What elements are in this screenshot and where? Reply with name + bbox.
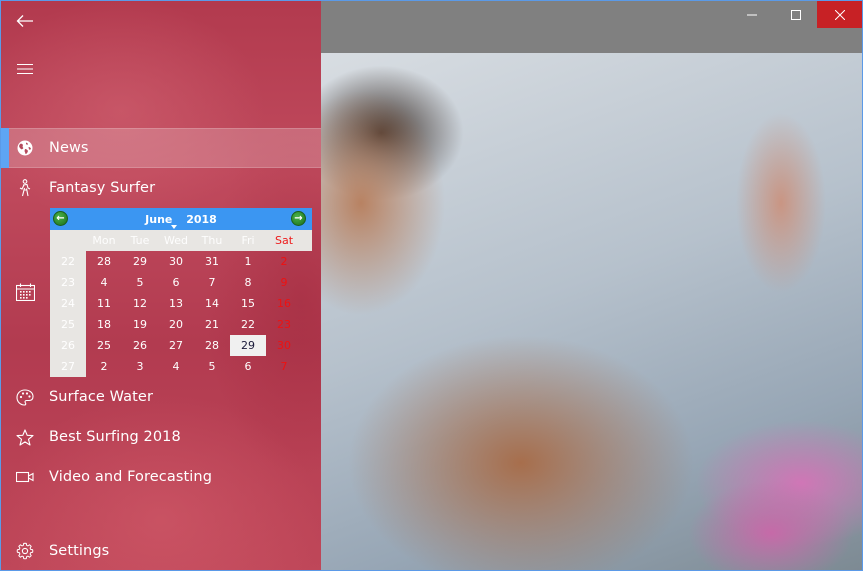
- calendar-day[interactable]: 9: [266, 272, 302, 293]
- calendar-week-number: 22: [61, 255, 75, 268]
- maximize-icon: [791, 9, 801, 20]
- video-icon: [1, 471, 49, 483]
- calendar-day[interactable]: 23: [266, 314, 302, 335]
- calendar-dow-label: Thu: [201, 234, 223, 247]
- next-month-button[interactable]: →: [291, 211, 306, 226]
- nav-item-label: Video and Forecasting: [49, 469, 213, 485]
- calendar-day[interactable]: 6: [158, 272, 194, 293]
- calendar-day[interactable]: 14: [194, 293, 230, 314]
- nav-item-surface-water[interactable]: Surface Water: [1, 377, 321, 417]
- nav-item-news[interactable]: News: [1, 128, 321, 168]
- hiker-icon: [1, 179, 49, 197]
- prev-month-icon: ←: [56, 213, 65, 224]
- calendar-day[interactable]: 30: [266, 335, 302, 356]
- calendar-day[interactable]: 26: [122, 335, 158, 356]
- calendar-day[interactable]: 3: [122, 356, 158, 377]
- calendar-dow-label: Sat: [274, 234, 294, 247]
- nav-item-best-surfing[interactable]: Best Surfing 2018: [1, 417, 321, 457]
- nav-item-label: Best Surfing 2018: [49, 429, 181, 445]
- calendar-day[interactable]: 12: [122, 293, 158, 314]
- calendar-day[interactable]: 2: [86, 356, 122, 377]
- calendar-day[interactable]: 27: [158, 335, 194, 356]
- calendar-dow-label: Tue: [130, 234, 150, 247]
- calendar-day[interactable]: 4: [158, 356, 194, 377]
- nav-item-label: News: [49, 140, 89, 156]
- minimize-icon: [747, 14, 757, 15]
- calendar-week-number: 25: [61, 318, 75, 331]
- calendar-day-selected[interactable]: 29: [230, 335, 266, 356]
- calendar-widget: ← June 2018 → MonTueWedThuFriSatS2228293…: [50, 208, 312, 377]
- maximize-button[interactable]: [774, 1, 818, 28]
- calendar-day[interactable]: 8: [230, 272, 266, 293]
- calendar-week-number: 27: [61, 360, 75, 373]
- calendar-day[interactable]: 20: [158, 314, 194, 335]
- gear-icon: [1, 542, 49, 560]
- calendar-day[interactable]: 25: [86, 335, 122, 356]
- app-window: News Fantasy Surfer ← June 2018 → Mon Tu…: [0, 0, 863, 571]
- navigation-pane: News Fantasy Surfer ← June 2018 → Mon Tu…: [1, 1, 321, 570]
- calendar-day[interactable]: 15: [230, 293, 266, 314]
- hamburger-menu-button[interactable]: [1, 49, 49, 89]
- selection-indicator: [1, 128, 9, 168]
- calendar-day[interactable]: 31: [194, 251, 230, 272]
- calendar-icon: [15, 283, 35, 301]
- calendar-day[interactable]: 22: [230, 314, 266, 335]
- calendar-week-number: 23: [61, 276, 75, 289]
- calendar-day[interactable]: 7: [266, 356, 302, 377]
- back-arrow-icon: [16, 15, 33, 27]
- calendar-day[interactable]: 19: [122, 314, 158, 335]
- nav-item-calendar[interactable]: [1, 272, 49, 312]
- nav-item-settings[interactable]: Settings: [1, 531, 321, 570]
- calendar-day[interactable]: 30: [158, 251, 194, 272]
- calendar-dow-label: S: [302, 230, 312, 251]
- calendar-day[interactable]: 28: [86, 251, 122, 272]
- close-button[interactable]: [817, 1, 862, 28]
- calendar-day[interactable]: 16: [266, 293, 302, 314]
- calendar-day[interactable]: 7: [194, 272, 230, 293]
- nav-item-fantasy-surfer[interactable]: Fantasy Surfer: [1, 168, 321, 208]
- nav-item-label: Fantasy Surfer: [49, 180, 156, 196]
- title-bar[interactable]: [321, 1, 862, 53]
- calendar-title[interactable]: June 2018: [145, 213, 217, 226]
- back-button[interactable]: [1, 1, 49, 41]
- calendar-day[interactable]: 13: [158, 293, 194, 314]
- hamburger-icon: [17, 63, 33, 75]
- calendar-day[interactable]: 18: [86, 314, 122, 335]
- calendar-day[interactable]: 29: [122, 251, 158, 272]
- calendar-week-number: 24: [61, 297, 75, 310]
- nav-item-label: Surface Water: [49, 389, 154, 405]
- calendar-header: ← June 2018 →: [50, 208, 312, 230]
- calendar-month[interactable]: June: [145, 213, 172, 226]
- calendar-dow-label: Mon: [92, 234, 116, 247]
- calendar-dow-label: Wed: [164, 234, 188, 247]
- calendar-day[interactable]: 4: [86, 272, 122, 293]
- settings-label: Settings: [49, 543, 110, 559]
- calendar-day[interactable]: 11: [86, 293, 122, 314]
- palette-icon: [1, 388, 49, 406]
- calendar-day[interactable]: 6: [230, 356, 266, 377]
- next-month-icon: →: [294, 213, 303, 224]
- nav-item-video-forecasting[interactable]: Video and Forecasting: [1, 457, 321, 497]
- calendar-day[interactable]: 28: [194, 335, 230, 356]
- calendar-day[interactable]: 1: [230, 251, 266, 272]
- calendar-day[interactable]: 5: [122, 272, 158, 293]
- star-icon: [1, 428, 49, 446]
- prev-month-button[interactable]: ←: [53, 211, 68, 226]
- close-icon: [834, 9, 845, 20]
- hero-photo: [321, 53, 862, 570]
- minimize-button[interactable]: [730, 1, 774, 28]
- calendar-day[interactable]: 21: [194, 314, 230, 335]
- calendar-day[interactable]: 5: [194, 356, 230, 377]
- calendar-week-number: 26: [61, 339, 75, 352]
- calendar-day[interactable]: 2: [266, 251, 302, 272]
- calendar-year[interactable]: 2018: [186, 213, 217, 226]
- calendar-dow-label: Fri: [241, 234, 255, 247]
